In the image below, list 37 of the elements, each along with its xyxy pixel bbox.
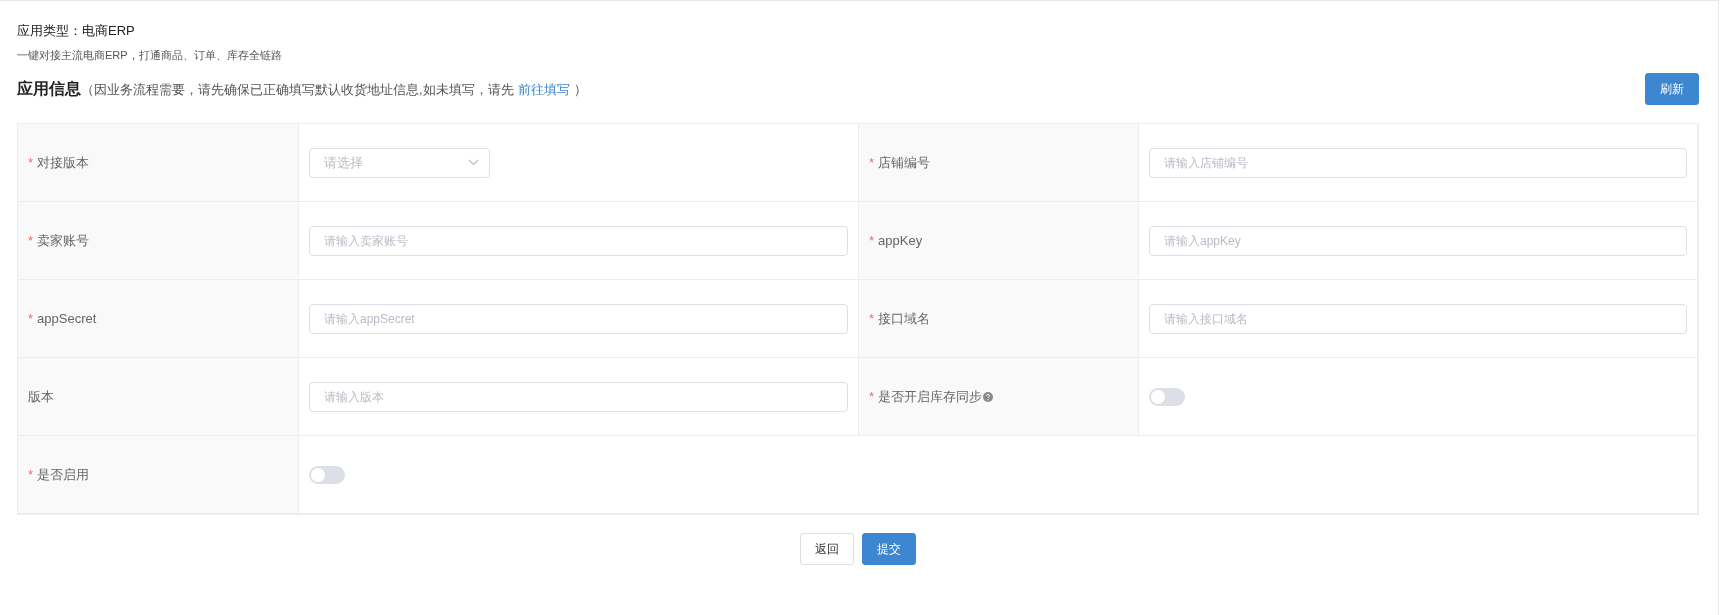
text-input[interactable]: 请输入接口域名 [1149,303,1687,334]
field-label: 对接版本 [37,153,90,172]
required-mark: * [28,231,34,250]
text-input[interactable]: 请输入appSecret [309,303,848,334]
field-label: 卖家账号 [37,231,90,250]
required-mark: * [869,231,875,250]
toggle-switch[interactable] [309,465,345,484]
refresh-button[interactable]: 刷新 [1645,73,1699,105]
field-label: 版本 [28,387,54,406]
field-label: 接口域名 [878,309,931,328]
text-input[interactable]: 请输入店铺编号 [1149,147,1687,178]
required-mark: * [28,153,34,172]
text-input[interactable]: 请输入appKey [1149,225,1687,256]
section-title: 应用信息 [17,79,81,99]
field-label: 是否启用 [37,465,90,484]
text-input[interactable]: 请输入版本 [309,381,848,412]
required-mark: * [28,465,34,484]
toggle-switch[interactable] [1149,387,1185,406]
required-mark: * [869,153,875,172]
fill-in-link[interactable]: 前往填写 [517,80,570,100]
required-mark: * [28,309,34,328]
back-button[interactable]: 返回 [800,533,854,565]
chevron-down-icon [468,159,479,166]
section-note-end: ） [573,81,587,99]
section-note: （因业务流程需要，请先确保已正确填写默认收货地址信息,如未填写，请先 [81,81,514,99]
required-mark: * [869,387,875,406]
subtitle-text: 一键对接主流电商ERP，打通商品、订单、库存全链路 [17,47,283,63]
app-type-text: 应用类型：电商ERP [17,22,136,40]
text-input[interactable]: 请输入卖家账号 [309,225,848,256]
field-label: 是否开启库存同步 [878,387,983,406]
submit-button[interactable]: 提交 [862,533,916,565]
select-dropdown[interactable]: 请选择 [309,147,490,178]
field-label: 店铺编号 [878,153,931,172]
field-label: appSecret [37,309,97,328]
field-label: appKey [878,231,923,250]
required-mark: * [869,309,875,328]
help-icon[interactable] [983,391,994,402]
